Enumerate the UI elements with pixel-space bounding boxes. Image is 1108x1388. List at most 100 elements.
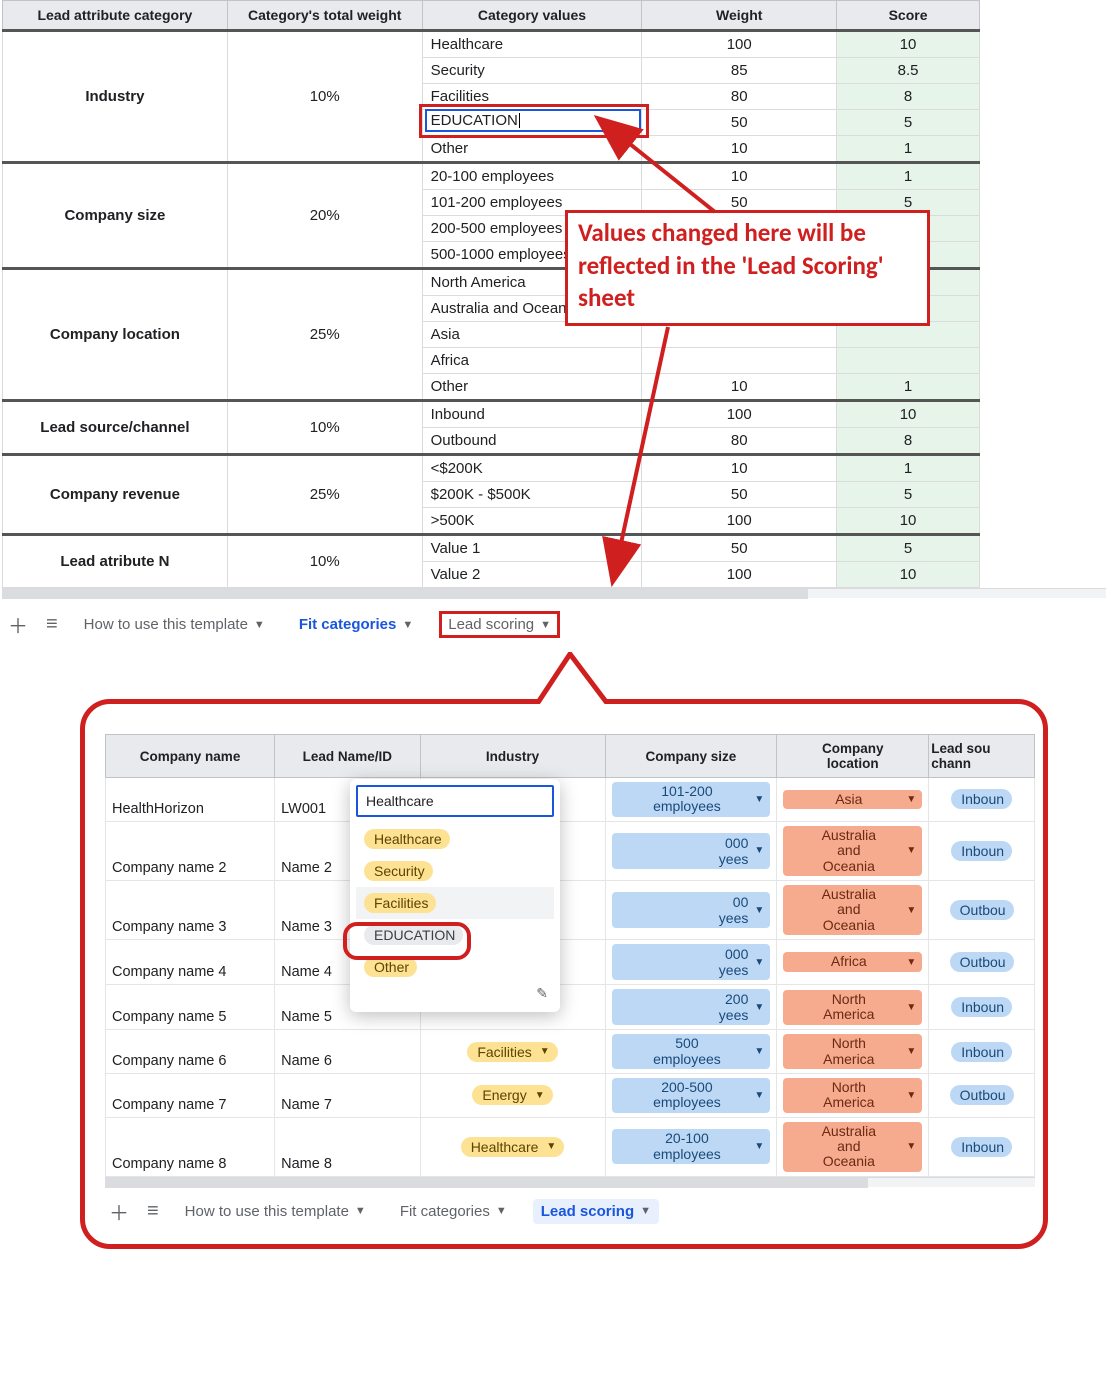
weight-cell[interactable]: 10: [642, 163, 837, 190]
company-cell[interactable]: Company name 7: [106, 1073, 275, 1117]
company-cell[interactable]: Company name 5: [106, 985, 275, 1030]
tab-howto-2[interactable]: How to use this template▼: [177, 1199, 374, 1224]
location-cell[interactable]: NorthAmerica▼: [777, 985, 929, 1030]
value-cell[interactable]: Security: [422, 58, 642, 84]
source-cell[interactable]: Inboun: [929, 778, 1035, 822]
category-cell[interactable]: Lead atribute N: [3, 535, 228, 588]
totalweight-cell[interactable]: 10%: [227, 535, 422, 588]
source-cell[interactable]: Inboun: [929, 1030, 1035, 1074]
company-cell[interactable]: Company name 6: [106, 1030, 275, 1074]
totalweight-cell[interactable]: 20%: [227, 163, 422, 269]
size-cell[interactable]: 000yees▼: [605, 821, 777, 880]
dropdown-option[interactable]: Healthcare: [356, 823, 554, 855]
weight-cell[interactable]: [642, 348, 837, 374]
weight-cell[interactable]: 10: [642, 374, 837, 401]
category-cell[interactable]: Company size: [3, 163, 228, 269]
dropdown-option[interactable]: Security: [356, 855, 554, 887]
weight-cell[interactable]: 100: [642, 401, 837, 428]
source-cell[interactable]: Outbou: [929, 940, 1035, 985]
size-cell[interactable]: 20-100employees▼: [605, 1117, 777, 1176]
value-cell[interactable]: EDUCATION: [422, 110, 642, 136]
col2-location: Companylocation: [777, 735, 929, 778]
industry-cell[interactable]: Facilities ▼: [420, 1030, 605, 1074]
location-cell[interactable]: AustraliaandOceania▼: [777, 821, 929, 880]
value-cell[interactable]: Africa: [422, 348, 642, 374]
size-cell[interactable]: 200-500employees▼: [605, 1073, 777, 1117]
h-scrollbar-2[interactable]: [105, 1177, 1035, 1187]
size-cell[interactable]: 101-200employees▼: [605, 778, 777, 822]
weight-cell[interactable]: 85: [642, 58, 837, 84]
weight-cell[interactable]: 50: [642, 535, 837, 562]
location-cell[interactable]: NorthAmerica▼: [777, 1030, 929, 1074]
weight-cell[interactable]: 100: [642, 562, 837, 588]
weight-cell[interactable]: 10: [642, 455, 837, 482]
leadname-cell[interactable]: Name 7: [275, 1073, 420, 1117]
h-scrollbar[interactable]: [2, 588, 1106, 598]
value-cell[interactable]: 20-100 employees: [422, 163, 642, 190]
weight-cell[interactable]: 80: [642, 84, 837, 110]
all-sheets-icon[interactable]: ≡: [46, 613, 58, 636]
tab-fit-categories[interactable]: Fit categories▼: [291, 612, 421, 637]
company-cell[interactable]: Company name 8: [106, 1117, 275, 1176]
tab-fit-2[interactable]: Fit categories▼: [392, 1199, 515, 1224]
totalweight-cell[interactable]: 10%: [227, 401, 422, 455]
leadname-cell[interactable]: Name 8: [275, 1117, 420, 1176]
company-cell[interactable]: Company name 3: [106, 880, 275, 939]
tab-lead-2[interactable]: Lead scoring▼: [533, 1199, 659, 1224]
value-cell[interactable]: Value 2: [422, 562, 642, 588]
industry-dropdown[interactable]: Healthcare Healthcare Security Facilitie…: [350, 779, 560, 1012]
value-cell[interactable]: Healthcare: [422, 31, 642, 58]
add-sheet-icon[interactable]: ＋: [8, 610, 28, 639]
score-cell: 5: [837, 535, 980, 562]
location-cell[interactable]: NorthAmerica▼: [777, 1073, 929, 1117]
location-cell[interactable]: Asia▼: [777, 778, 929, 822]
category-cell[interactable]: Company revenue: [3, 455, 228, 535]
location-cell[interactable]: Africa▼: [777, 940, 929, 985]
edit-dropdown-icon[interactable]: ✎: [356, 983, 554, 1006]
size-cell[interactable]: 000yees▼: [605, 940, 777, 985]
value-cell[interactable]: <$200K: [422, 455, 642, 482]
dropdown-option[interactable]: Facilities: [356, 887, 554, 919]
company-cell[interactable]: HealthHorizon: [106, 778, 275, 822]
weight-cell[interactable]: 100: [642, 508, 837, 535]
industry-cell[interactable]: Energy ▼: [420, 1073, 605, 1117]
value-cell[interactable]: Value 1: [422, 535, 642, 562]
value-cell[interactable]: Other: [422, 374, 642, 401]
source-cell[interactable]: Outbou: [929, 880, 1035, 939]
company-cell[interactable]: Company name 4: [106, 940, 275, 985]
location-cell[interactable]: AustraliaandOceania▼: [777, 880, 929, 939]
tab-howto[interactable]: How to use this template▼: [76, 612, 273, 637]
value-cell[interactable]: Other: [422, 136, 642, 163]
industry-cell[interactable]: Healthcare ▼: [420, 1117, 605, 1176]
value-cell[interactable]: >500K: [422, 508, 642, 535]
size-cell[interactable]: 00yees▼: [605, 880, 777, 939]
weight-cell[interactable]: 10: [642, 136, 837, 163]
page-container: Lead attribute category Category's total…: [0, 0, 1108, 1249]
source-cell[interactable]: Inboun: [929, 821, 1035, 880]
category-cell[interactable]: Lead source/channel: [3, 401, 228, 455]
company-cell[interactable]: Company name 2: [106, 821, 275, 880]
weight-cell[interactable]: 100: [642, 31, 837, 58]
value-cell[interactable]: $200K - $500K: [422, 482, 642, 508]
totalweight-cell[interactable]: 25%: [227, 455, 422, 535]
source-cell[interactable]: Inboun: [929, 1117, 1035, 1176]
source-cell[interactable]: Inboun: [929, 985, 1035, 1030]
all-sheets-icon[interactable]: ≡: [147, 1200, 159, 1223]
totalweight-cell[interactable]: 25%: [227, 269, 422, 401]
value-cell[interactable]: Outbound: [422, 428, 642, 455]
location-cell[interactable]: AustraliaandOceania▼: [777, 1117, 929, 1176]
category-cell[interactable]: Industry: [3, 31, 228, 163]
leadname-cell[interactable]: Name 6: [275, 1030, 420, 1074]
weight-cell[interactable]: 50: [642, 110, 837, 136]
weight-cell[interactable]: 50: [642, 482, 837, 508]
tab-lead-scoring[interactable]: Lead scoring▼: [439, 611, 560, 638]
value-cell[interactable]: Inbound: [422, 401, 642, 428]
dropdown-selected[interactable]: Healthcare: [356, 785, 554, 817]
source-cell[interactable]: Outbou: [929, 1073, 1035, 1117]
totalweight-cell[interactable]: 10%: [227, 31, 422, 163]
size-cell[interactable]: 200yees▼: [605, 985, 777, 1030]
add-sheet-icon[interactable]: ＋: [109, 1197, 129, 1226]
size-cell[interactable]: 500employees▼: [605, 1030, 777, 1074]
weight-cell[interactable]: 80: [642, 428, 837, 455]
category-cell[interactable]: Company location: [3, 269, 228, 401]
